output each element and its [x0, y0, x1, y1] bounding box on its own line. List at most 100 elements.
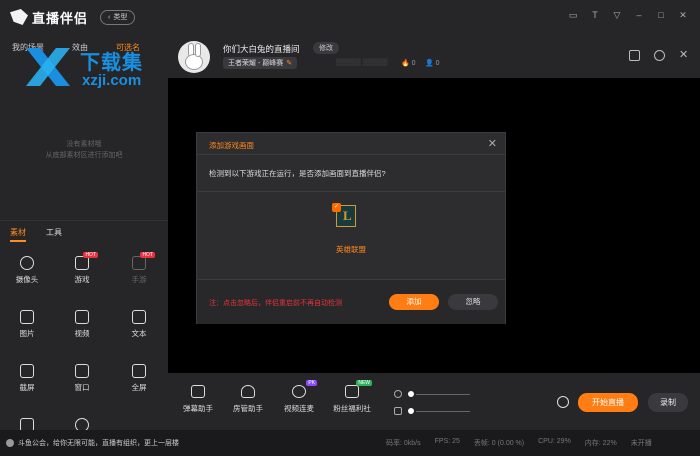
tool-label: 粉丝福利社: [333, 404, 371, 413]
close-icon[interactable]: ✕: [678, 10, 688, 20]
status-bar: 斗鱼公会，给你无限可能，直播有组织，更上一层楼 码率: 0kb/s FPS: 2…: [0, 430, 700, 456]
avatar[interactable]: [178, 41, 210, 73]
dialog-note: 注：点击忽略后，伴侣重启前不再自动检测: [209, 300, 342, 307]
category-selector[interactable]: 王者荣耀 - 巅峰赛 ✎: [223, 57, 298, 69]
memory-usage: 内存: 22%: [584, 440, 617, 447]
room-title: 你们大白兔的直播间: [223, 44, 300, 54]
gamepad-icon: [75, 256, 89, 270]
material-label: 全屏: [131, 383, 147, 392]
image-icon: [20, 310, 34, 324]
watermark-en: xzji.com: [82, 72, 142, 89]
speaker-volume-track[interactable]: [416, 410, 470, 412]
material-label: 文本: [131, 329, 147, 338]
app-name: 直播伴侣: [32, 10, 89, 26]
mic-volume: [394, 390, 470, 398]
speaker-icon[interactable]: [394, 407, 402, 415]
header-actions: ✕: [629, 50, 690, 61]
danmaku-icon: [191, 385, 205, 398]
shirt-icon[interactable]: T: [590, 10, 600, 20]
type-button[interactable]: ‹ 类型: [100, 9, 136, 25]
live-state: 未开播: [630, 440, 652, 447]
dropped-frames: 丢帧: 0 (0.00 %): [473, 440, 525, 447]
close-icon[interactable]: ✕: [679, 50, 690, 61]
microphone-icon[interactable]: [394, 390, 402, 398]
watermark: 下载集 xzji.com: [24, 42, 174, 94]
room-admin-icon: [241, 385, 255, 398]
material-fullscreen[interactable]: 全屏: [119, 364, 159, 404]
danmaku-assistant-button[interactable]: 弹幕助手: [174, 385, 222, 414]
logo-icon: [10, 9, 28, 25]
material-label: 摄像头: [15, 275, 39, 284]
dialog-footer: 注：点击忽略后，伴侣重启前不再自动检测 添加 忽略: [197, 279, 505, 324]
material-label: 手游: [131, 275, 147, 284]
watermark-cn: 下载集: [80, 52, 143, 74]
tool-label: 视频连麦: [284, 404, 314, 413]
dialog-title: 添加游戏画面: [209, 141, 254, 150]
speaker-volume: [394, 407, 470, 415]
new-badge: NEW: [356, 380, 372, 386]
material-window[interactable]: 窗口: [62, 364, 102, 404]
material-label: 游戏: [74, 275, 90, 284]
hot-badge: HOT: [140, 252, 155, 258]
news-ticker[interactable]: 斗鱼公会，给你无限可能，直播有组织，更上一层楼: [6, 438, 179, 448]
type-button-label: 类型: [113, 14, 128, 21]
room-header: 你们大白兔的直播间 修改 王者荣耀 - 巅峰赛 ✎ ▒▒▒▒▒ ▒▒▒▒▒ 🔥 0…: [168, 34, 700, 78]
start-live-button[interactable]: 开始直播: [578, 393, 638, 412]
layout-icon[interactable]: [629, 50, 640, 61]
material-video[interactable]: 视频: [62, 310, 102, 350]
checkbox-checked-icon[interactable]: ✓: [332, 203, 341, 212]
fps: FPS: 25: [434, 438, 460, 445]
tab-tools[interactable]: 工具: [46, 227, 62, 242]
dialog-message: 检测到以下游戏正在运行，是否添加画面到直播伴侣?: [209, 169, 386, 178]
pk-badge: PK: [306, 380, 317, 386]
hot-badge: HOT: [83, 252, 98, 258]
material-text[interactable]: 文本: [119, 310, 159, 350]
window-controls: ▭ T ▽ – □ ✕: [568, 10, 688, 20]
camera-icon: [20, 256, 34, 270]
material-screenshot[interactable]: 截屏: [7, 364, 47, 404]
watermark-logo-icon: [26, 48, 70, 86]
mic-volume-track[interactable]: [416, 393, 470, 395]
close-icon[interactable]: ✕: [488, 137, 497, 150]
stream-metrics: 码率: 0kb/s FPS: 25 丢帧: 0 (0.00 %) CPU: 29…: [386, 438, 652, 448]
record-button[interactable]: 录制: [648, 393, 688, 412]
edit-title-button[interactable]: 修改: [313, 42, 339, 54]
mic-volume-slider-knob[interactable]: [408, 391, 414, 397]
gear-icon[interactable]: [654, 50, 665, 61]
video-call-button[interactable]: PK 视频连麦: [275, 380, 323, 414]
cpu-usage: CPU: 29%: [538, 438, 571, 445]
material-label: 窗口: [74, 383, 90, 392]
material-camera[interactable]: 摄像头: [7, 256, 47, 296]
room-admin-button[interactable]: 房管助手: [224, 385, 272, 414]
screen-icon[interactable]: ▭: [568, 10, 578, 20]
fullscreen-icon: [132, 364, 146, 378]
bitrate: 码率: 0kb/s: [386, 440, 421, 447]
ignore-button[interactable]: 忽略: [448, 294, 498, 310]
material-tabs: 素材 工具: [10, 227, 62, 242]
divider: [197, 191, 505, 192]
tool-label: 房管助手: [233, 404, 263, 413]
empty-hint-line-2: 从底部素材区进行添加吧: [45, 152, 123, 159]
material-mobile-game[interactable]: HOT 手游: [119, 252, 159, 296]
add-game-dialog: 添加游戏画面 ✕ 检测到以下游戏正在运行，是否添加画面到直播伴侣? ✓ 英雄联盟…: [196, 132, 506, 324]
announcement-icon: [6, 439, 14, 447]
news-text: 斗鱼公会，给你无限可能，直播有组织，更上一层楼: [18, 440, 179, 447]
window-icon: [75, 364, 89, 378]
maximize-icon[interactable]: □: [656, 10, 666, 20]
minimize-icon[interactable]: –: [634, 10, 644, 20]
video-call-icon: [292, 385, 306, 398]
add-button[interactable]: 添加: [389, 294, 439, 310]
speaker-volume-slider-knob[interactable]: [408, 408, 414, 414]
likes-stat: 🔥 0: [401, 60, 416, 67]
material-label: 视频: [74, 329, 90, 338]
fan-benefits-button[interactable]: NEW 粉丝福利社: [326, 380, 378, 414]
material-game[interactable]: HOT 游戏: [62, 252, 102, 296]
tab-materials[interactable]: 素材: [10, 227, 26, 242]
settings-menu-icon[interactable]: ▽: [612, 10, 622, 20]
bottom-toolbar: 弹幕助手 房管助手 PK 视频连麦 NEW 粉丝福利社 开始直播 录制: [168, 373, 700, 430]
viewers-stat: 👤 0: [425, 60, 440, 67]
material-image[interactable]: 图片: [7, 310, 47, 350]
gift-icon: [345, 385, 359, 398]
gear-icon[interactable]: [557, 396, 569, 408]
divider: [0, 220, 168, 221]
